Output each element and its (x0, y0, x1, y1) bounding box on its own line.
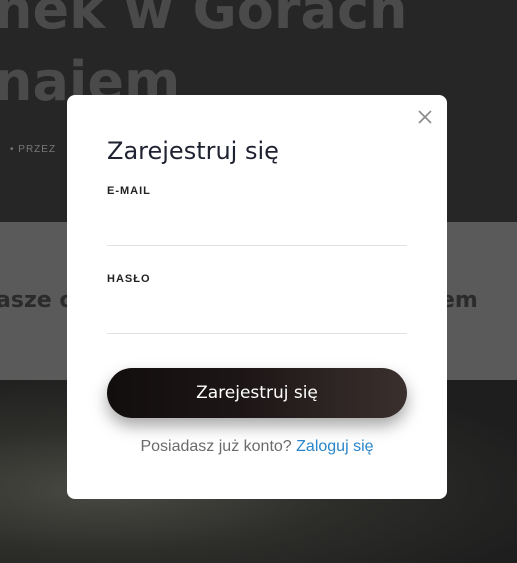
background-title-line1: nek w Górach (0, 0, 408, 41)
close-button[interactable] (417, 109, 433, 125)
login-link[interactable]: Zaloguj się (296, 438, 373, 455)
login-prompt-text: Posiadasz już konto? (140, 438, 292, 455)
background-byline: • PRZEZ (10, 144, 57, 155)
modal-title: Zarejestruj się (107, 137, 279, 165)
close-icon (418, 110, 432, 124)
password-field[interactable] (107, 300, 407, 334)
password-label: HASŁO (107, 273, 151, 285)
register-modal: Zarejestruj się E-MAIL HASŁO Zarejestruj… (67, 95, 447, 499)
email-field[interactable] (107, 212, 407, 246)
register-button[interactable]: Zarejestruj się (107, 368, 407, 418)
background-band-text-left: asze o (0, 288, 75, 313)
email-label: E-MAIL (107, 185, 151, 197)
login-prompt-row: Posiadasz już konto? Zaloguj się (67, 438, 447, 456)
